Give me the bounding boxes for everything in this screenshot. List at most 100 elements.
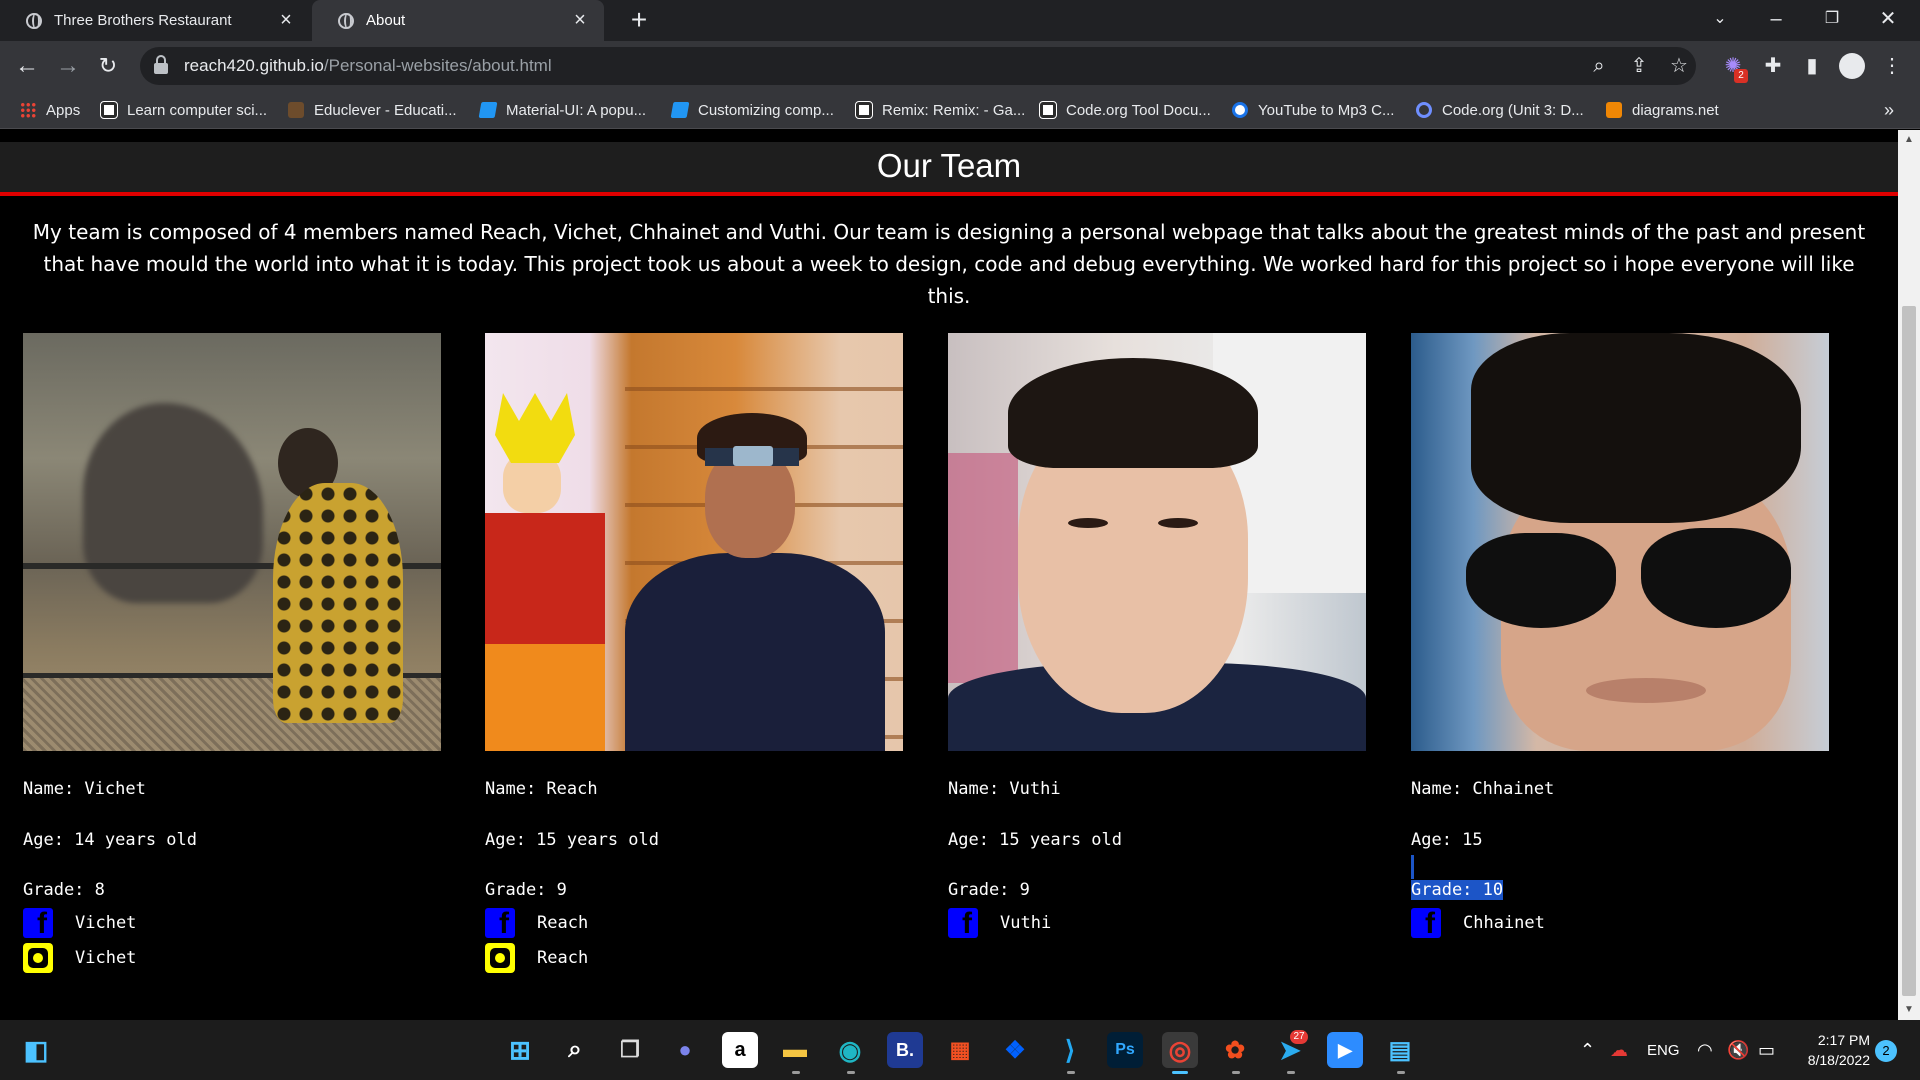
- start-windows-icon[interactable]: ⊞: [502, 1032, 538, 1068]
- tab-three-brothers[interactable]: Three Brothers Restaurant ×: [0, 0, 310, 41]
- scroll-thumb[interactable]: [1902, 306, 1916, 996]
- bookmark-item[interactable]: Remix: Remix: - Ga...: [855, 91, 1025, 129]
- booking-icon[interactable]: B.: [887, 1032, 923, 1068]
- member-age: Age: 15 years old: [485, 830, 659, 850]
- profile-avatar[interactable]: [1839, 53, 1865, 79]
- close-tab-icon[interactable]: ×: [570, 9, 590, 32]
- address-bar[interactable]: reach420.github.io/Personal-websites/abo…: [140, 47, 1696, 85]
- facebook-link[interactable]: Vuthi: [948, 907, 1051, 941]
- facebook-link[interactable]: Reach: [485, 907, 588, 941]
- bookmark-item[interactable]: YouTube to Mp3 C...: [1232, 91, 1394, 129]
- more-bookmarks-button[interactable]: »: [1884, 91, 1894, 129]
- bookmark-label: Apps: [46, 101, 81, 119]
- instagram-icon: [485, 943, 515, 973]
- facebook-link[interactable]: Chhainet: [1411, 907, 1545, 941]
- amazon-icon[interactable]: a: [722, 1032, 758, 1068]
- forward-button[interactable]: →: [52, 50, 84, 82]
- bookmark-label: Material-UI: A popu...: [506, 101, 647, 119]
- running-indicator: [1067, 1071, 1075, 1074]
- bookmark-apps[interactable]: Apps: [20, 91, 80, 129]
- page-title: Our Team: [876, 147, 1022, 184]
- running-indicator: [1172, 1071, 1188, 1074]
- back-button[interactable]: ←: [11, 50, 43, 82]
- new-tab-button[interactable]: +: [624, 4, 654, 36]
- page-scrollbar[interactable]: ▲ ▼: [1898, 130, 1920, 1020]
- instagram-label: Vichet: [75, 948, 137, 968]
- minimize-button[interactable]: –: [1748, 0, 1804, 41]
- instagram-link[interactable]: Vichet: [23, 943, 136, 973]
- bookmarks-bar: Apps Learn computer sci... Educlever - E…: [0, 91, 1920, 129]
- vscode-icon[interactable]: ⟩: [1052, 1032, 1088, 1068]
- facebook-link[interactable]: Vichet: [23, 907, 136, 941]
- file-explorer-icon[interactable]: ▬: [777, 1032, 813, 1068]
- globe-icon: [26, 12, 42, 29]
- notification-badge[interactable]: 2: [1875, 1040, 1897, 1062]
- bookmark-item[interactable]: Customizing comp...: [670, 91, 834, 129]
- team-card-vuthi: Name: Vuthi Age: 15 years old Grade: 9 V…: [948, 333, 1366, 941]
- microsoft-store-icon[interactable]: ▦: [942, 1032, 978, 1068]
- member-name: Name: Reach: [485, 779, 598, 799]
- widgets-icon[interactable]: ◧: [18, 1032, 54, 1068]
- facebook-icon: [948, 907, 978, 941]
- side-panel-icon[interactable]: ▮: [1799, 53, 1825, 79]
- battery-icon[interactable]: ▭: [1758, 1020, 1775, 1080]
- material-ui-icon: [670, 102, 690, 118]
- taskbar: ◧ ⊞ ⌕ ❐ ● a ▬ ◉ B. ▦ ❖ ⟩ Ps ◎ ✿ ➤ 27 ▶ ▤…: [0, 1020, 1920, 1080]
- bookmark-item[interactable]: Code.org (Unit 3: D...: [1416, 91, 1584, 129]
- bookmark-label: YouTube to Mp3 C...: [1258, 101, 1395, 119]
- close-window-button[interactable]: ✕: [1860, 0, 1916, 41]
- url-path: /Personal-websites/about.html: [323, 56, 552, 75]
- extensions-puzzle-icon[interactable]: ✚: [1760, 53, 1786, 79]
- scroll-down-arrow[interactable]: ▼: [1903, 1004, 1915, 1016]
- onedrive-icon[interactable]: ☁: [1610, 1020, 1628, 1080]
- teams-chat-icon[interactable]: ●: [667, 1032, 703, 1068]
- chrome-icon[interactable]: ◎: [1162, 1032, 1198, 1068]
- bookmark-item[interactable]: Code.org Tool Docu...: [1039, 91, 1211, 129]
- facebook-icon: [485, 907, 515, 941]
- member-photo: [485, 333, 903, 751]
- wifi-icon[interactable]: ◠: [1697, 1020, 1713, 1080]
- search-icon[interactable]: ⌕: [557, 1032, 593, 1068]
- instagram-link[interactable]: Reach: [485, 943, 588, 973]
- menu-dots-icon[interactable]: ⋮: [1879, 53, 1905, 79]
- bookmark-label: Code.org Tool Docu...: [1066, 101, 1211, 119]
- photoshop-icon[interactable]: Ps: [1107, 1032, 1143, 1068]
- facebook-icon: [1411, 907, 1441, 941]
- url-host: reach420.github.io: [184, 56, 324, 75]
- tab-about[interactable]: About ×: [312, 0, 604, 41]
- instagram-icon: [23, 943, 53, 973]
- restore-button[interactable]: ❐: [1804, 0, 1860, 41]
- member-grade: Grade: 9: [485, 880, 567, 900]
- figma-icon[interactable]: ✿: [1217, 1032, 1253, 1068]
- reload-button[interactable]: ↻: [92, 50, 124, 82]
- system-clock[interactable]: 2:17 PM 8/18/2022: [1790, 1030, 1870, 1070]
- bookmark-item[interactable]: diagrams.net: [1606, 91, 1719, 129]
- tab-title: Three Brothers Restaurant: [54, 12, 232, 29]
- dropbox-icon[interactable]: ❖: [997, 1032, 1033, 1068]
- browser-toolbar: ← → ↻ reach420.github.io/Personal-websit…: [0, 41, 1920, 91]
- bookmark-item[interactable]: Material-UI: A popu...: [478, 91, 647, 129]
- bookmark-star-icon[interactable]: ☆: [1667, 54, 1691, 78]
- lock-icon[interactable]: [154, 55, 168, 74]
- volume-muted-icon[interactable]: 🔇: [1727, 1020, 1749, 1080]
- bookmark-item[interactable]: Educlever - Educati...: [288, 91, 457, 129]
- edge-icon[interactable]: ◉: [832, 1032, 868, 1068]
- header-divider: [0, 192, 1898, 196]
- scroll-up-arrow[interactable]: ▲: [1903, 134, 1915, 146]
- close-tab-icon[interactable]: ×: [276, 9, 296, 32]
- notepad-icon[interactable]: ▤: [1382, 1032, 1418, 1068]
- language-indicator[interactable]: ENG: [1647, 1020, 1680, 1080]
- zoom-icon[interactable]: ⌕: [1587, 54, 1611, 78]
- task-view-icon[interactable]: ❐: [612, 1032, 648, 1068]
- facebook-icon: [23, 907, 53, 941]
- tab-search-icon[interactable]: ⌄: [1692, 0, 1748, 41]
- bookmark-label: Learn computer sci...: [127, 101, 268, 119]
- share-icon[interactable]: ⇪: [1627, 54, 1651, 78]
- show-hidden-icons[interactable]: ⌃: [1580, 1020, 1595, 1080]
- zoom-app-icon[interactable]: ▶: [1327, 1032, 1363, 1068]
- bookmark-label: Code.org (Unit 3: D...: [1442, 101, 1584, 119]
- member-grade: Grade: 10: [1411, 880, 1504, 900]
- member-photo: [1411, 333, 1829, 751]
- bookmark-item[interactable]: Learn computer sci...: [100, 91, 268, 129]
- member-grade: Grade: 9: [948, 880, 1030, 900]
